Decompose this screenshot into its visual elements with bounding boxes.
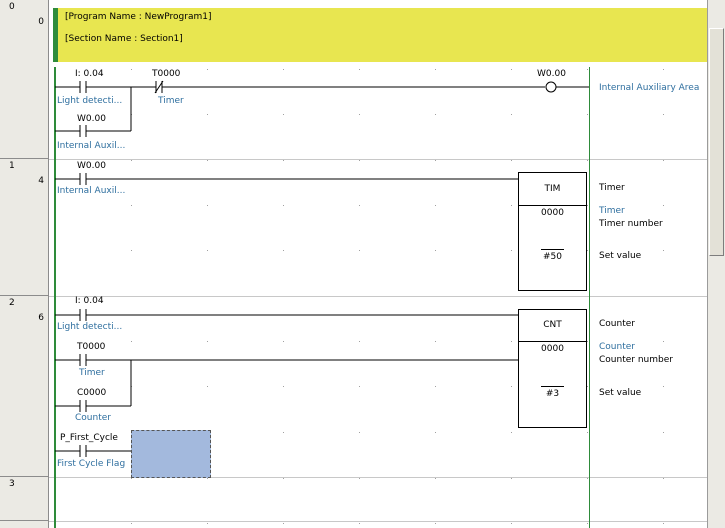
cursor-selection[interactable] [131,430,211,478]
divider [519,205,586,206]
rung-number-2[interactable]: 2 6 [0,296,49,477]
operand-overline [541,386,564,387]
contact-comment: Timer [158,96,184,106]
contact-address[interactable]: P_First_Cycle [60,433,118,443]
contact-comment: Internal Auxil... [57,141,126,151]
instruction-name: TIM [544,184,561,194]
contact-comment: Internal Auxil... [57,186,126,196]
rung-index: 0 [9,2,15,12]
operand-overline [541,249,564,250]
contact-comment: Light detecti... [57,96,123,106]
divider [519,341,586,342]
ladder-canvas[interactable]: [Program Name : NewProgram1] [Section Na… [49,0,707,528]
instruction-name: CNT [543,320,562,330]
contact-address[interactable]: W0.00 [77,161,106,171]
operand-description: Timer number [599,219,663,229]
contact-comment: Counter [75,413,111,423]
tim-instruction-block[interactable]: TIM 0000 #50 [518,172,587,291]
operand-description: Set value [599,388,642,398]
contact-address[interactable]: T0000 [152,69,180,79]
vertical-scrollbar[interactable] [707,0,725,528]
operand-2: #50 [543,252,562,262]
rung-index: 3 [9,479,15,489]
contact-address[interactable]: T0000 [77,342,105,352]
rung-number-1[interactable]: 1 4 [0,159,49,296]
rung-number-0[interactable]: 0 0 [0,0,49,159]
step-number: 4 [38,176,44,186]
instruction-title: Counter [599,319,635,329]
contact-address[interactable]: I: 0.04 [75,69,104,79]
coil-comment: Internal Auxiliary Area [599,83,700,93]
rung-number-3[interactable]: 3 [0,477,49,521]
step-number: 0 [38,17,44,27]
operand-2: #3 [545,389,560,399]
step-number: 6 [38,313,44,323]
contact-comment: First Cycle Flag [57,459,126,469]
rung-number-gutter: 0 0 1 4 2 6 3 [0,0,49,528]
operand-1: 0000 [541,208,564,218]
ladder-editor-window: 0 0 1 4 2 6 3 [Program Name : NewProgram… [0,0,725,528]
instruction-title: Timer [599,183,625,193]
operand-description: Counter number [599,355,673,365]
coil-address[interactable]: W0.00 [537,69,566,79]
contact-comment: Light detecti... [57,322,123,332]
contact-comment: Timer [79,368,105,378]
contact-address[interactable]: I: 0.04 [75,296,104,306]
cnt-instruction-block[interactable]: CNT 0000 #3 [518,309,587,428]
rung-index: 1 [9,161,15,171]
operand-description: Set value [599,251,642,261]
scrollbar-thumb[interactable] [709,28,724,256]
operand-comment: Counter [599,342,635,352]
operand-1: 0000 [541,344,564,354]
rung-index: 2 [9,298,15,308]
contact-address[interactable]: C0000 [77,388,106,398]
operand-comment: Timer [599,206,625,216]
contact-address[interactable]: W0.00 [77,114,106,124]
